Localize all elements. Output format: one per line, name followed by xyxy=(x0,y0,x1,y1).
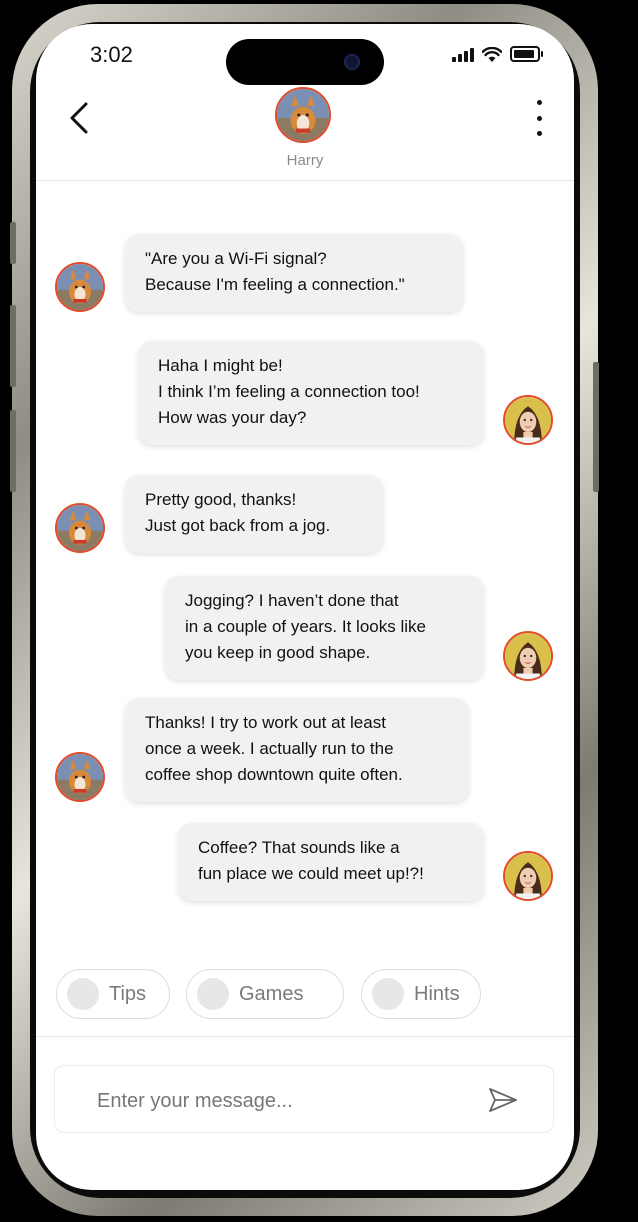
message-input[interactable] xyxy=(95,1084,479,1118)
user-message-avatar xyxy=(503,851,553,901)
more-options-icon[interactable] xyxy=(524,100,554,136)
chip-label: Games xyxy=(239,982,304,1005)
front-camera xyxy=(344,54,360,70)
message-bubble-incoming: Thanks! I try to work out at least once … xyxy=(125,698,469,802)
mute-switch xyxy=(10,222,16,264)
send-icon[interactable] xyxy=(487,1086,519,1114)
message-composer xyxy=(54,1065,554,1133)
message-bubble-outgoing: Jogging? I haven’t done that in a couple… xyxy=(165,576,484,680)
battery-icon xyxy=(510,46,543,62)
user-message-avatar xyxy=(503,631,553,681)
composer-divider xyxy=(36,1036,574,1037)
cellular-signal-icon xyxy=(452,48,474,62)
chip-icon xyxy=(197,978,229,1010)
chip-label: Tips xyxy=(109,982,147,1005)
contact-message-avatar xyxy=(55,262,105,312)
message-bubble-outgoing: Haha I might be! I think I’m feeling a c… xyxy=(138,341,484,445)
chip-icon xyxy=(372,978,404,1010)
volume-up-button xyxy=(10,305,16,387)
user-message-avatar xyxy=(503,395,553,445)
message-bubble-incoming: "Are you a Wi-Fi signal? Because I'm fee… xyxy=(125,234,463,312)
message-bubble-incoming: Pretty good, thanks! Just got back from … xyxy=(125,475,383,553)
chip-label: Hints xyxy=(414,982,460,1005)
contact-message-avatar xyxy=(55,752,105,802)
back-arrow-icon[interactable] xyxy=(64,98,100,138)
power-button xyxy=(593,362,599,492)
dog-avatar-icon xyxy=(277,89,329,141)
volume-down-button xyxy=(10,410,16,492)
wifi-icon xyxy=(482,47,502,62)
chat-screen: 3:02 Harry "Are you a Wi-Fi signal? Beca… xyxy=(36,24,574,1190)
status-icons xyxy=(452,46,543,62)
dynamic-island xyxy=(226,39,384,85)
chip-tips[interactable]: Tips xyxy=(56,969,170,1019)
message-bubble-outgoing: Coffee? That sounds like a fun place we … xyxy=(178,823,484,901)
chip-icon xyxy=(67,978,99,1010)
status-time: 3:02 xyxy=(90,42,133,67)
chip-games[interactable]: Games xyxy=(186,969,344,1019)
chip-hints[interactable]: Hints xyxy=(361,969,481,1019)
header-divider xyxy=(36,180,574,181)
contact-name: Harry xyxy=(286,152,324,169)
contact-avatar[interactable] xyxy=(275,87,331,143)
contact-message-avatar xyxy=(55,503,105,553)
